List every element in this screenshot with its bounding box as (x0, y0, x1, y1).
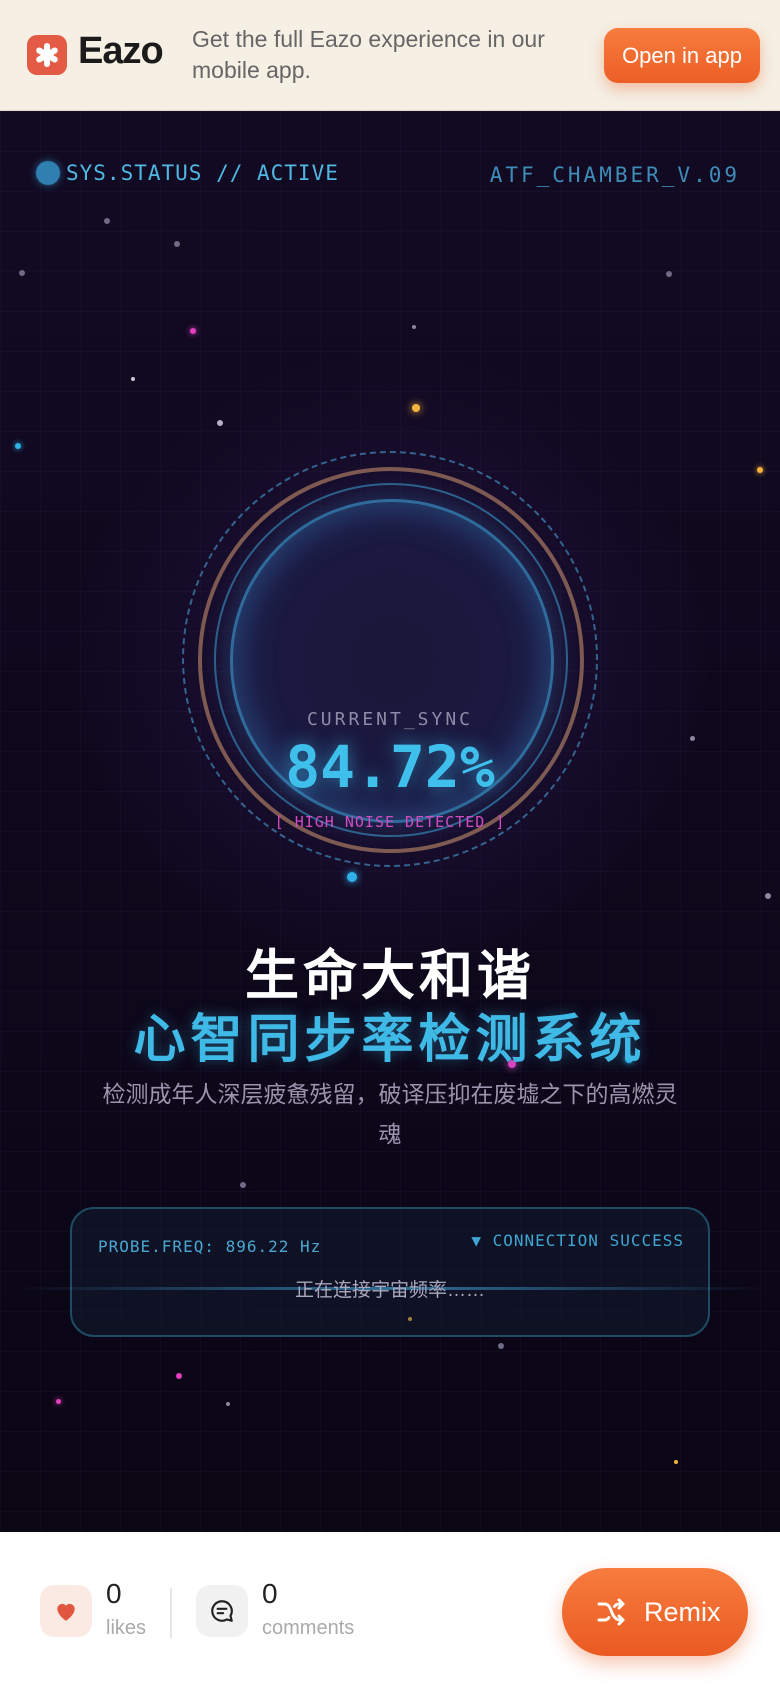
star-particle (765, 893, 771, 899)
comment-button[interactable] (196, 1585, 248, 1637)
star-particle (240, 1182, 246, 1188)
eazo-logo-icon (27, 35, 67, 75)
shuffle-icon (597, 1598, 625, 1626)
star-particle (412, 325, 416, 329)
sync-value: 84.72% (285, 733, 495, 801)
comments-count: 0 (262, 1578, 278, 1609)
star-particle (104, 218, 110, 224)
star-particle (174, 241, 180, 247)
description-text: 检测成年人深层疲惫残留，破译压抑在废墟之下的高燃灵魂 (102, 1081, 678, 1147)
remix-label: Remix (644, 1597, 721, 1627)
banner-message: Get the full Eazo experience in our mobi… (192, 26, 545, 83)
star-particle (412, 404, 420, 412)
status-indicator-icon (36, 161, 60, 185)
action-footer: 0 likes 0 comments Remix (0, 1532, 780, 1688)
star-particle (15, 443, 21, 449)
star-particle (347, 872, 357, 882)
star-particle (226, 1402, 230, 1406)
like-button[interactable] (40, 1585, 92, 1637)
sync-label: CURRENT_SYNC (306, 709, 474, 730)
open-in-app-button[interactable]: Open in app (604, 28, 760, 83)
likes-count: 0 (106, 1578, 122, 1609)
probe-panel: PROBE.FREQ: 896.22 Hz ▼ CONNECTION SUCCE… (16, 1207, 768, 1337)
star-particle (757, 467, 763, 473)
comments-label: comments (262, 1617, 355, 1639)
star-particle (498, 1343, 504, 1349)
likes-label: likes (106, 1617, 147, 1639)
system-status: SYS.STATUS // ACTIVE (36, 161, 339, 185)
sync-gauge: CURRENT_SYNC 84.72% [ HIGH NOISE DETECTE… (182, 451, 598, 867)
logo-text: Eazo (78, 30, 164, 72)
comment-icon (211, 1600, 233, 1622)
star-particle (674, 1460, 678, 1464)
connection-status: ▼ CONNECTION SUCCESS (471, 1231, 684, 1250)
chamber-id: ATF_CHAMBER_V.09 (489, 163, 740, 187)
star-particle (19, 270, 25, 276)
footer-divider (170, 1588, 172, 1638)
star-particle (176, 1373, 182, 1379)
remix-button[interactable]: Remix (562, 1568, 748, 1656)
star-particle (690, 736, 695, 741)
sync-scene: SYS.STATUS // ACTIVE ATF_CHAMBER_V.09 CU… (0, 111, 780, 1532)
star-particle (666, 271, 672, 277)
noise-warning: [ HIGH NOISE DETECTED ] (274, 813, 506, 831)
star-particle (217, 420, 223, 426)
star-particle (131, 377, 135, 381)
main-subtitle-title: 心智同步率检测系统 (133, 1011, 647, 1069)
connecting-text: 正在连接宇宙频率…… (294, 1280, 485, 1301)
probe-frequency: PROBE.FREQ: 896.22 Hz (98, 1237, 322, 1256)
status-text: SYS.STATUS // ACTIVE (66, 161, 339, 185)
star-particle (56, 1399, 61, 1404)
app-banner: Eazo Get the full Eazo experience in our… (0, 0, 780, 111)
star-particle (190, 328, 196, 334)
heart-icon (57, 1603, 75, 1621)
